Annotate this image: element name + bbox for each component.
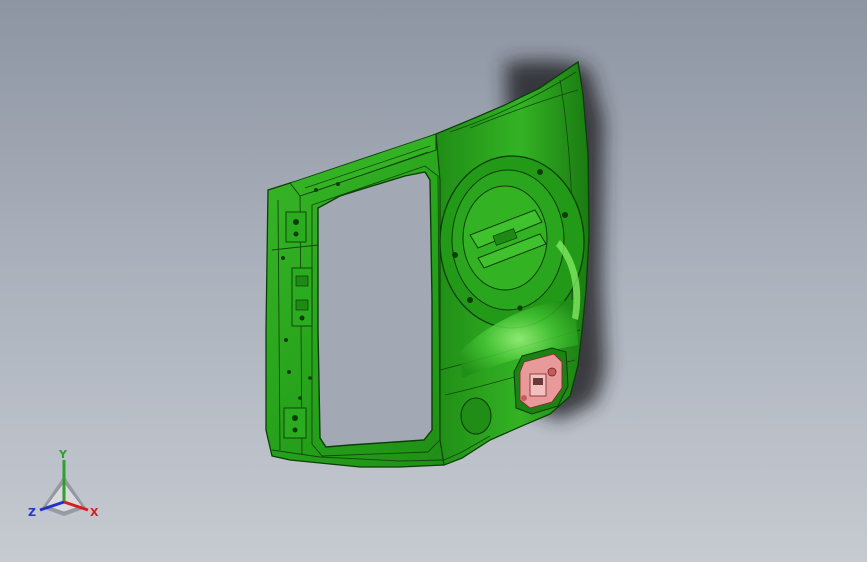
graphics-viewport[interactable]: Y X Z (0, 0, 867, 562)
orientation-triad[interactable]: Y X Z (24, 446, 104, 526)
y-axis-label: Y (58, 448, 68, 461)
window-opening (317, 171, 433, 448)
z-axis-label: Z (28, 506, 36, 519)
hinge-bracket-lower[interactable] (283, 407, 307, 439)
3d-model-view[interactable] (0, 0, 867, 562)
triad-graphic: Y X Z (28, 448, 99, 519)
x-axis-label: X (90, 506, 99, 519)
door-check-bracket[interactable] (291, 267, 313, 327)
access-hole (460, 397, 492, 435)
hinge-bracket-upper[interactable] (285, 211, 307, 243)
